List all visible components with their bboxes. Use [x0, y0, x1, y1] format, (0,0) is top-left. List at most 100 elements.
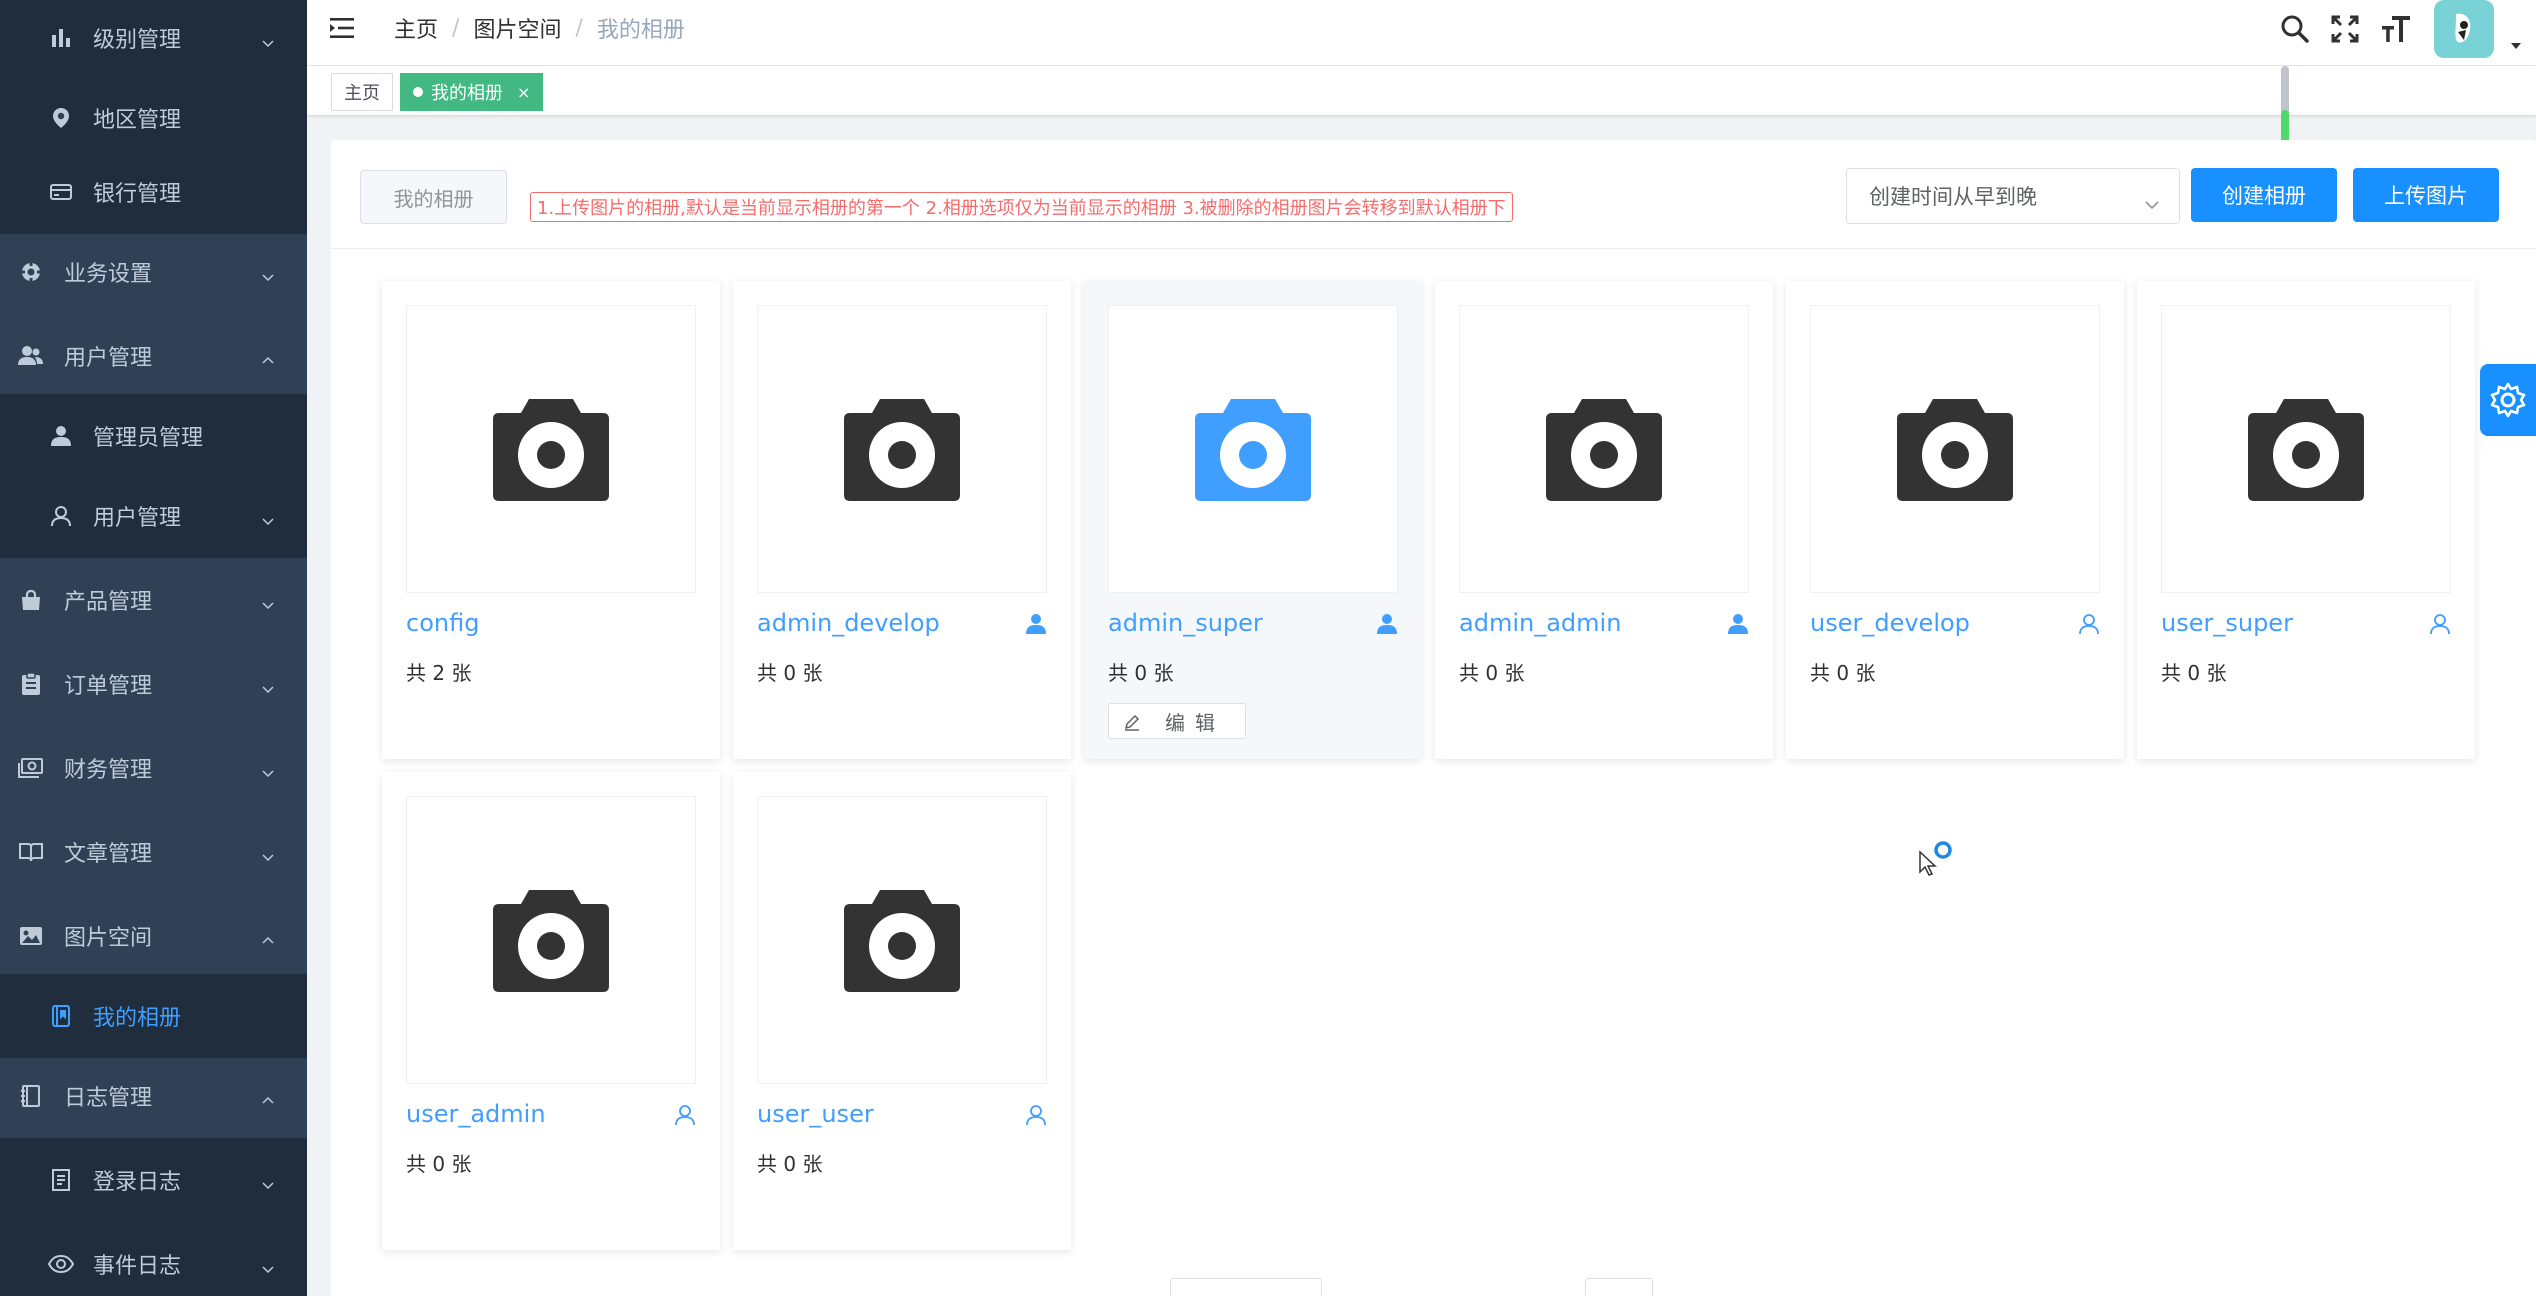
log-book-icon	[18, 1083, 44, 1109]
chevron-up-icon	[261, 929, 275, 944]
hamburger-icon[interactable]	[330, 16, 356, 40]
sidebar-item[interactable]: 事件日志	[0, 1222, 307, 1296]
album-cover[interactable]	[1810, 305, 2100, 593]
album-photo-count: 共 0 张	[757, 661, 823, 685]
album-card[interactable]: user_user 共 0 张	[733, 772, 1071, 1250]
camera-icon	[842, 882, 962, 998]
sidebar-item[interactable]: 管理员管理	[0, 394, 307, 478]
search-icon[interactable]	[2278, 12, 2312, 46]
sidebar-item[interactable]: 图片空间	[0, 894, 307, 978]
sort-select-value: 创建时间从早到晚	[1869, 185, 2037, 209]
chevron-down-icon	[261, 845, 275, 862]
camera-icon	[2246, 391, 2366, 507]
edit-album-button[interactable]: 编辑	[1108, 703, 1246, 739]
sidebar-item[interactable]: 我的相册	[0, 974, 307, 1058]
create-album-button[interactable]: 创建相册	[2191, 168, 2337, 222]
sidebar-item[interactable]: 日志管理	[0, 1054, 307, 1138]
album-cover[interactable]	[1108, 305, 1398, 593]
sidebar-item[interactable]: 地区管理	[0, 76, 307, 160]
sidebar-item[interactable]: 用户管理	[0, 314, 307, 398]
album-card[interactable]: admin_super 共 0 张编辑	[1084, 281, 1422, 759]
album-card[interactable]: user_develop 共 0 张	[1786, 281, 2124, 759]
sidebar-item-label: 管理员管理	[93, 426, 204, 451]
album-card[interactable]: user_admin 共 0 张	[382, 772, 720, 1250]
sidebar-item[interactable]: 产品管理	[0, 558, 307, 642]
sidebar-item-label: 图片空间	[64, 926, 153, 951]
user-icon	[1025, 613, 1047, 635]
busy-cursor-icon	[1918, 838, 1958, 878]
sidebar-item[interactable]: 业务设置	[0, 230, 307, 314]
breadcrumb-current: 我的相册	[596, 18, 685, 43]
album-cover[interactable]	[406, 796, 696, 1084]
chevron-up-icon	[261, 349, 275, 364]
avatar[interactable]	[2434, 0, 2494, 58]
money-icon	[18, 755, 44, 781]
sidebar-item[interactable]: 财务管理	[0, 726, 307, 810]
tag-my-album[interactable]: 我的相册 ×	[400, 73, 544, 111]
font-size-icon[interactable]	[2379, 12, 2413, 46]
chevron-down-icon	[261, 509, 275, 526]
album-card[interactable]: config 共 2 张	[382, 281, 720, 759]
fullscreen-icon[interactable]	[2328, 12, 2362, 46]
book-icon	[18, 839, 44, 865]
user-icon	[1025, 1104, 1047, 1126]
tag-home[interactable]: 主页	[331, 73, 393, 111]
album-cover[interactable]	[757, 305, 1047, 593]
camera-icon	[491, 391, 611, 507]
breadcrumb-home[interactable]: 主页	[394, 12, 438, 44]
sidebar-item[interactable]: 登录日志	[0, 1138, 307, 1222]
album-card[interactable]: admin_admin 共 0 张	[1435, 281, 1773, 759]
album-name[interactable]: user_admin	[406, 1100, 546, 1128]
divider	[331, 248, 2536, 249]
album-card[interactable]: user_super 共 0 张	[2137, 281, 2475, 759]
album-name[interactable]: user_super	[2161, 609, 2293, 637]
upload-image-button[interactable]: 上传图片	[2353, 168, 2499, 222]
breadcrumb-separator: /	[452, 15, 460, 41]
chevron-down-icon	[261, 593, 275, 610]
sidebar-item[interactable]: 级别管理	[0, 0, 307, 80]
upload-tip: 1.上传图片的相册,默认是当前显示相册的第一个 2.相册选项仅为当前显示的相册 …	[530, 192, 1513, 222]
chevron-down-icon	[2145, 191, 2159, 210]
album-photo-count: 共 0 张	[1810, 661, 1876, 685]
user-icon	[1727, 613, 1749, 635]
album-name[interactable]: config	[406, 609, 479, 637]
sidebar-item[interactable]: 文章管理	[0, 810, 307, 894]
album-cover[interactable]	[406, 305, 696, 593]
chevron-down-icon	[261, 1173, 275, 1190]
sidebar-item-label: 银行管理	[93, 182, 182, 207]
album-cover[interactable]	[1459, 305, 1749, 593]
album-cover[interactable]	[2161, 305, 2451, 593]
album-name[interactable]: admin_super	[1108, 609, 1263, 637]
album-name[interactable]: user_user	[757, 1100, 874, 1128]
user-solid-icon	[48, 423, 74, 449]
breadcrumb-image-space[interactable]: 图片空间	[473, 12, 561, 44]
sidebar-item[interactable]: 订单管理	[0, 642, 307, 726]
tags-view: 主页 我的相册 ×	[307, 66, 2536, 116]
album-name[interactable]: user_develop	[1810, 609, 1970, 637]
user-icon	[1376, 613, 1398, 635]
chevron-down-icon[interactable]	[2510, 36, 2522, 49]
sidebar-item[interactable]: 银行管理	[0, 150, 307, 234]
page-size-select[interactable]	[1170, 1278, 1322, 1296]
camera-icon	[1895, 391, 2015, 507]
image-icon	[18, 923, 44, 949]
album-name[interactable]: admin_admin	[1459, 609, 1621, 637]
navbar: 主页 / 图片空间 / 我的相册	[307, 0, 2536, 66]
user-icon	[2078, 613, 2100, 635]
sidebar-item[interactable]: 用户管理	[0, 474, 307, 558]
album-photo-count: 共 0 张	[1459, 661, 1525, 685]
tag-label: 我的相册	[431, 83, 503, 104]
credit-card-icon	[48, 179, 74, 205]
user-icon	[674, 1104, 696, 1126]
camera-icon	[1193, 391, 1313, 507]
sort-select[interactable]: 创建时间从早到晚	[1846, 168, 2180, 224]
settings-button[interactable]	[2480, 364, 2536, 436]
my-album-button[interactable]: 我的相册	[360, 170, 507, 224]
page-jump-input[interactable]	[1585, 1278, 1653, 1296]
album-cover[interactable]	[757, 796, 1047, 1084]
album-name[interactable]: admin_develop	[757, 609, 940, 637]
sidebar-item-label: 日志管理	[64, 1086, 153, 1111]
clipboard-icon	[18, 671, 44, 697]
close-icon[interactable]: ×	[517, 83, 530, 102]
album-card[interactable]: admin_develop 共 0 张	[733, 281, 1071, 759]
